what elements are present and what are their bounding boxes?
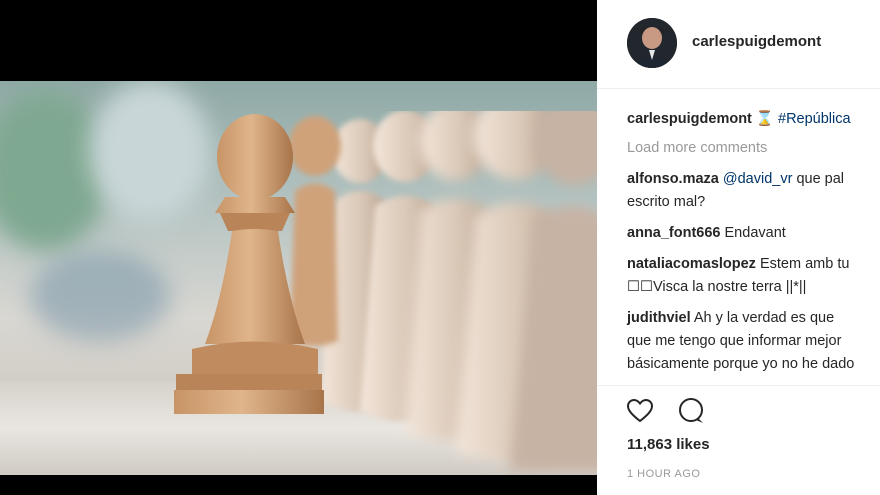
comment-item: alfonso.maza @david_vr que pal escrito m… bbox=[627, 168, 880, 214]
comment-bubble-icon[interactable] bbox=[676, 396, 706, 426]
load-more-comments[interactable]: Load more comments bbox=[627, 137, 880, 160]
comment-text: Estem amb tu bbox=[755, 256, 850, 272]
comment-user[interactable]: nataliacomaslopez bbox=[627, 256, 756, 272]
post-media-area bbox=[0, 0, 597, 495]
background-blur-blue bbox=[30, 251, 170, 341]
post-photo[interactable] bbox=[0, 81, 597, 475]
mention-link[interactable]: @david_vr bbox=[723, 171, 793, 187]
brown-pawn-foreground bbox=[174, 114, 324, 414]
comment-user[interactable]: judithviel bbox=[627, 310, 691, 326]
comment-user[interactable]: alfonso.maza bbox=[627, 171, 719, 187]
post-header: carlespuigdemont bbox=[597, 0, 880, 89]
heart-icon[interactable] bbox=[625, 396, 655, 426]
comment-text-cont: básicamente porque yo no he dado bbox=[627, 356, 855, 372]
hourglass-icon: ⌛ bbox=[755, 111, 774, 127]
post-timestamp[interactable]: 1 HOUR AGO bbox=[627, 468, 700, 480]
comments-section: carlespuigdemont ⌛ #República Load more … bbox=[627, 108, 880, 376]
post-actions: 11,863 likes 1 HOUR AGO bbox=[597, 385, 880, 495]
comment-user[interactable]: anna_font666 bbox=[627, 225, 720, 241]
profile-photo bbox=[627, 18, 677, 68]
likes-count[interactable]: 11,863 likes bbox=[627, 436, 710, 453]
comment-text: que pal bbox=[792, 171, 845, 187]
comment-item: judithviel Ah y la verdad es que que me … bbox=[627, 307, 880, 376]
caption-user[interactable]: carlespuigdemont bbox=[627, 111, 752, 127]
comment-item: nataliacomaslopez Estem amb tu ☐☐Visca l… bbox=[627, 253, 880, 299]
comment-text: Endavant bbox=[720, 225, 786, 241]
comment-text-cont: que me tengo que informar mejor bbox=[627, 333, 842, 349]
caption: carlespuigdemont ⌛ #República bbox=[627, 108, 880, 131]
comment-text: Ah y la verdad es que bbox=[690, 310, 835, 326]
post-author[interactable]: carlespuigdemont bbox=[692, 33, 821, 50]
hashtag-link[interactable]: #República bbox=[778, 111, 851, 127]
comment-text-cont: escrito mal? bbox=[627, 194, 706, 210]
avatar[interactable] bbox=[627, 18, 677, 68]
post-sidebar: carlespuigdemont carlespuigdemont ⌛ #Rep… bbox=[597, 0, 880, 495]
comment-item: anna_font666 Endavant bbox=[627, 222, 880, 245]
comment-text-cont: ☐☐Visca la nostre terra ||*|| bbox=[627, 279, 807, 295]
